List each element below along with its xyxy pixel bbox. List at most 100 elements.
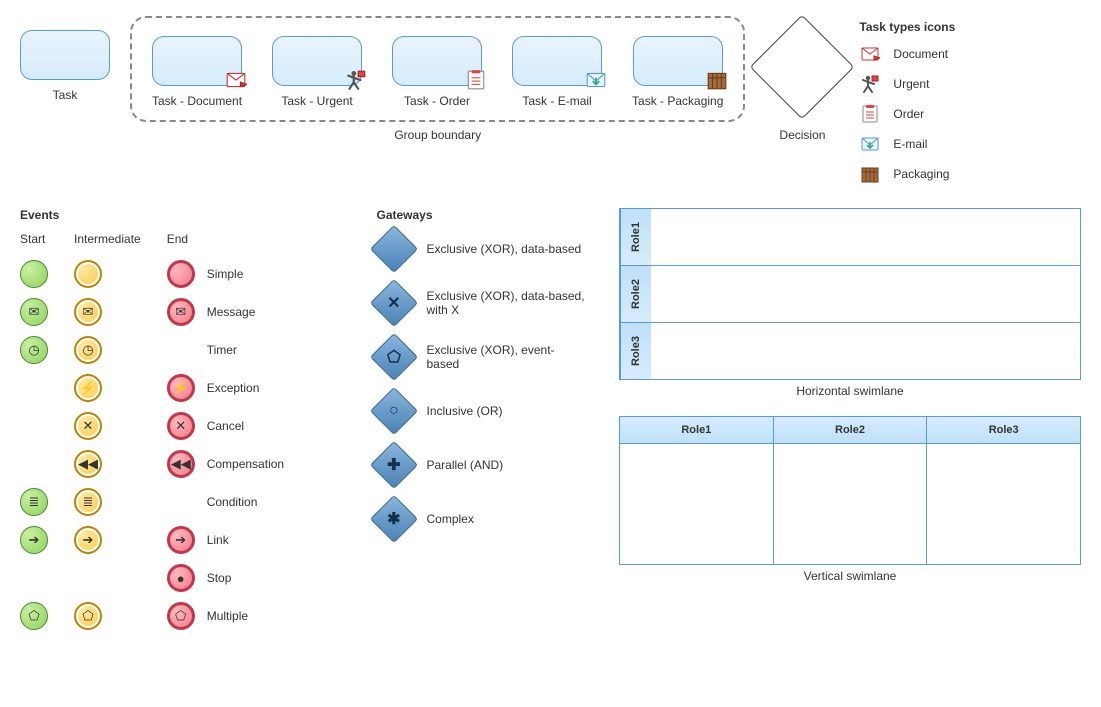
hswim-role-header[interactable]: Role2 — [620, 266, 651, 322]
event-end-cancel[interactable]: ✕ — [167, 412, 195, 440]
decision-label: Decision — [779, 128, 825, 142]
gateway-diamond[interactable] — [369, 225, 417, 273]
decision: Decision — [765, 30, 839, 142]
event-start-message[interactable]: ✉ — [20, 298, 48, 326]
event-end-link[interactable]: ➔ — [167, 526, 195, 554]
event-label: Multiple — [207, 609, 248, 623]
hswim-body[interactable] — [651, 266, 1080, 322]
urgent-icon — [345, 69, 367, 91]
event-end-message[interactable]: ✉ — [167, 298, 195, 326]
gateway-label: Complex — [427, 512, 474, 526]
vswim-body[interactable] — [774, 444, 928, 564]
task-types-title: Task types icons — [859, 20, 1009, 34]
hswim-row: Role3 — [620, 323, 1080, 379]
task-email: Task - E-mail — [512, 36, 602, 108]
gateway-0: Exclusive (XOR), data-based — [377, 232, 596, 266]
gateway-diamond[interactable]: ✚ — [369, 441, 417, 489]
event-start-link[interactable]: ➔ — [20, 526, 48, 554]
hswim-row: Role2 — [620, 266, 1080, 323]
event-row-stop: ● Stop — [167, 564, 284, 592]
event-intermediate-simple[interactable] — [74, 260, 102, 288]
event-row-timer: Timer — [167, 336, 284, 364]
gateway-label: Exclusive (XOR), data-based — [427, 242, 582, 256]
task-urgent: Task - Urgent — [272, 36, 362, 108]
events-end-label: End — [167, 232, 284, 246]
gateway-diamond[interactable]: ○ — [369, 387, 417, 435]
event-intermediate-compensation[interactable]: ◀◀ — [74, 450, 102, 478]
event-intermediate-multiple[interactable]: ⬠ — [74, 602, 102, 630]
vswim-role-header[interactable]: Role3 — [927, 417, 1080, 444]
vswim-role-header[interactable]: Role1 — [620, 417, 774, 444]
task-box[interactable] — [512, 36, 602, 86]
event-row-cancel: ✕Cancel — [167, 412, 284, 440]
order-icon — [465, 69, 487, 91]
event-intermediate-condition[interactable]: ≣ — [74, 488, 102, 516]
task-type-urgent: Urgent — [859, 74, 1009, 94]
hswim-body[interactable] — [651, 323, 1080, 379]
vswim-body[interactable] — [927, 444, 1080, 564]
hswim-role-header[interactable]: Role3 — [620, 323, 651, 379]
event-intermediate-link[interactable]: ➔ — [74, 526, 102, 554]
task-box[interactable] — [392, 36, 482, 86]
gateway-diamond[interactable]: ⬠ — [369, 333, 417, 381]
task-label: Task - Document — [152, 94, 242, 108]
task-label: Task — [53, 88, 78, 102]
order-icon — [860, 104, 880, 124]
events-start-label: Start — [20, 232, 45, 246]
task-simple: Task — [20, 30, 110, 102]
task-label: Task - Order — [404, 94, 470, 108]
event-end-simple[interactable] — [167, 260, 195, 288]
event-intermediate-timer[interactable]: ◷ — [74, 336, 102, 364]
event-start-condition[interactable]: ≣ — [20, 488, 48, 516]
packaging-icon — [860, 164, 880, 184]
event-start-multiple[interactable]: ⬠ — [20, 602, 48, 630]
vertical-swimlane-caption: Vertical swimlane — [619, 569, 1081, 583]
event-end-stop[interactable]: ● — [167, 564, 195, 592]
task-type-label: Packaging — [893, 167, 949, 181]
group-boundary: Task - Document Task - Urgent Task - Ord… — [130, 16, 745, 122]
task-box[interactable] — [272, 36, 362, 86]
decision-diamond[interactable] — [750, 15, 855, 120]
gateway-label: Parallel (AND) — [427, 458, 504, 472]
horizontal-swimlane[interactable]: Role1Role2Role3 — [619, 208, 1081, 380]
event-label: Exception — [207, 381, 260, 395]
task-box[interactable] — [633, 36, 723, 86]
event-start-simple[interactable] — [20, 260, 48, 288]
task-box[interactable] — [152, 36, 242, 86]
vertical-swimlane[interactable]: Role1Role2Role3 — [619, 416, 1081, 565]
urgent-icon — [860, 74, 880, 94]
hswim-role-header[interactable]: Role1 — [620, 209, 651, 265]
event-row-compensation: ◀◀Compensation — [167, 450, 284, 478]
task-type-label: Order — [893, 107, 924, 121]
vswim-body[interactable] — [620, 444, 774, 564]
events-title: Events — [20, 208, 353, 222]
event-end-compensation[interactable]: ◀◀ — [167, 450, 195, 478]
gateway-4: ✚ Parallel (AND) — [377, 448, 596, 482]
event-intermediate-message[interactable]: ✉ — [74, 298, 102, 326]
event-label: Stop — [207, 571, 232, 585]
vswim-role-header[interactable]: Role2 — [774, 417, 928, 444]
gateway-diamond[interactable]: ✱ — [369, 495, 417, 543]
hswim-row: Role1 — [620, 209, 1080, 266]
task-type-label: Urgent — [893, 77, 929, 91]
task-document: Task - Document — [152, 36, 242, 108]
hswim-body[interactable] — [651, 209, 1080, 265]
email-icon — [585, 69, 607, 91]
gateways-section: Gateways Exclusive (XOR), data-based ✕ E… — [377, 208, 596, 536]
document-icon — [860, 44, 880, 64]
event-intermediate-exception[interactable]: ⚡ — [74, 374, 102, 402]
gateway-1: ✕ Exclusive (XOR), data-based, with X — [377, 286, 596, 320]
event-row-multiple: ⬠ Multiple — [167, 602, 284, 630]
event-label: Condition — [207, 495, 258, 509]
gateway-label: Exclusive (XOR), event-based — [427, 343, 587, 371]
event-row-link: ➔Link — [167, 526, 284, 554]
event-end-multiple[interactable]: ⬠ — [167, 602, 195, 630]
event-intermediate-cancel[interactable]: ✕ — [74, 412, 102, 440]
task-box[interactable] — [20, 30, 110, 80]
gateway-diamond[interactable]: ✕ — [369, 279, 417, 327]
event-start-timer[interactable]: ◷ — [20, 336, 48, 364]
event-label: Timer — [207, 343, 237, 357]
event-end-exception[interactable]: ⚡ — [167, 374, 195, 402]
packaging-icon — [706, 69, 728, 91]
event-row-exception: ⚡ Exception — [167, 374, 284, 402]
